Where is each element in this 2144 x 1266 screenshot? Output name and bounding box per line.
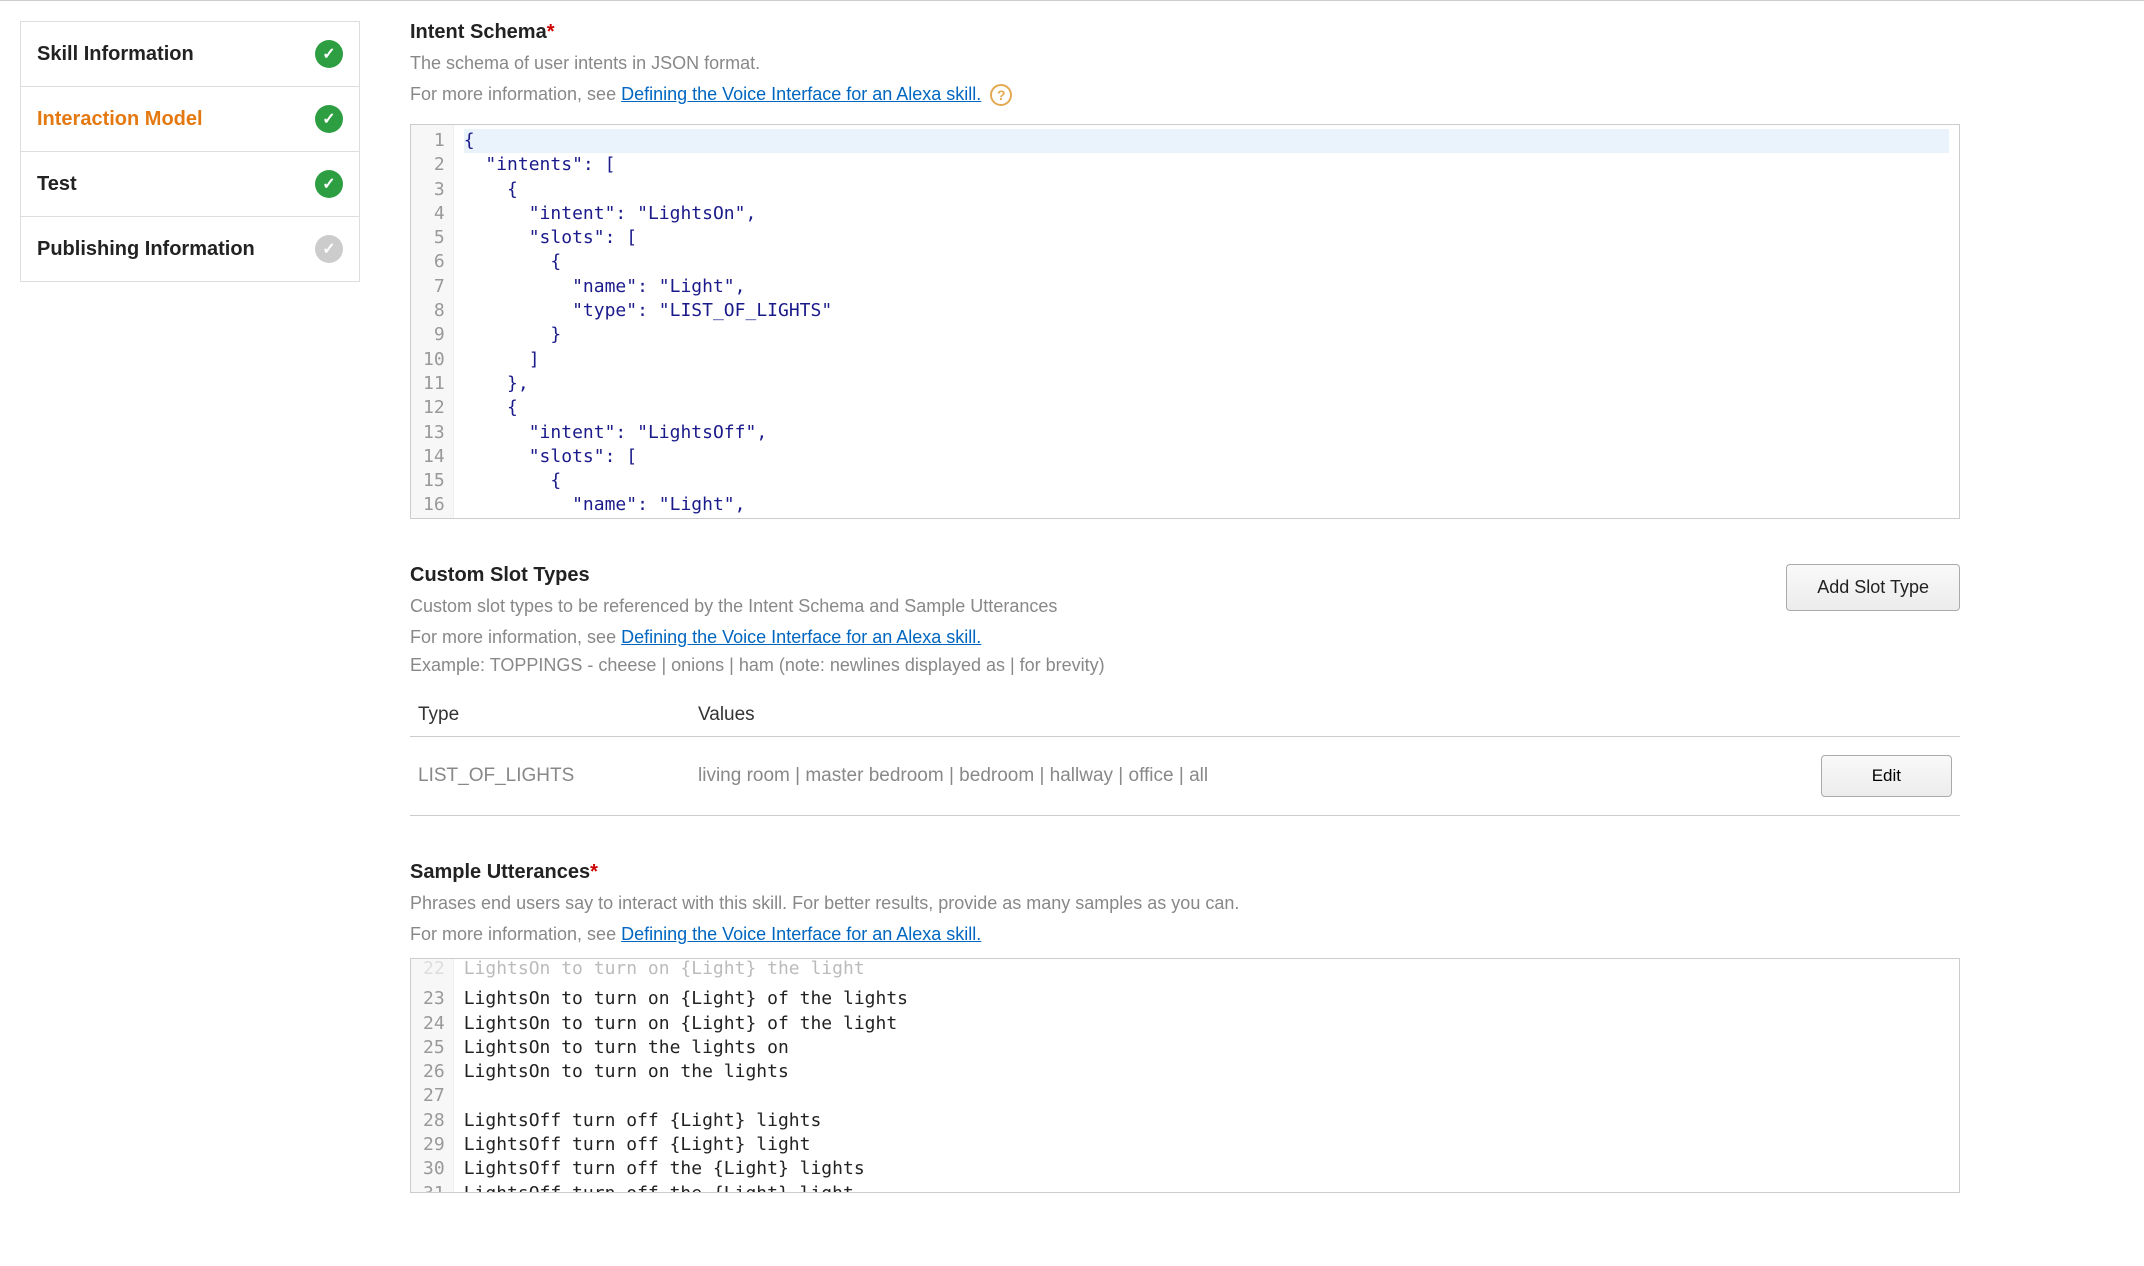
section-more-info: For more information, see Defining the V…: [410, 624, 1105, 651]
sidebar-item-label: Publishing Information: [37, 238, 255, 261]
more-info-prefix: For more information, see: [410, 924, 621, 944]
section-title: Intent Schema*: [410, 21, 1960, 44]
check-icon: ✓: [315, 235, 343, 263]
slot-type-name: LIST_OF_LIGHTS: [418, 765, 698, 787]
line-gutter: 22232425262728293031: [411, 959, 454, 1192]
section-more-info: For more information, see Defining the V…: [410, 921, 1960, 948]
check-icon: ✓: [315, 40, 343, 68]
required-asterisk: *: [547, 21, 555, 43]
section-title: Sample Utterances*: [410, 861, 1960, 884]
check-icon: ✓: [315, 170, 343, 198]
sidebar-item-label: Test: [37, 173, 77, 196]
more-info-prefix: For more information, see: [410, 84, 621, 104]
help-icon[interactable]: ?: [990, 84, 1012, 106]
title-text: Intent Schema: [410, 21, 547, 43]
sidebar-item-publishing-information[interactable]: Publishing Information ✓: [20, 216, 360, 282]
line-gutter: 12345678910111213141516: [411, 125, 454, 518]
slot-type-values: living room | master bedroom | bedroom |…: [698, 765, 1752, 787]
sidebar: Skill Information ✓ Interaction Model ✓ …: [20, 21, 360, 1238]
intent-schema-section: Intent Schema* The schema of user intent…: [410, 21, 1960, 519]
voice-interface-link[interactable]: Defining the Voice Interface for an Alex…: [621, 627, 981, 647]
example-text: Example: TOPPINGS - cheese | onions | ha…: [410, 655, 1105, 676]
column-header-values: Values: [698, 704, 1752, 726]
sample-utterances-section: Sample Utterances* Phrases end users say…: [410, 861, 1960, 1193]
add-slot-type-button[interactable]: Add Slot Type: [1786, 564, 1960, 611]
table-row: LIST_OF_LIGHTS living room | master bedr…: [410, 737, 1960, 816]
sidebar-item-skill-information[interactable]: Skill Information ✓: [20, 21, 360, 86]
slot-types-table: Type Values LIST_OF_LIGHTS living room |…: [410, 694, 1960, 816]
sidebar-item-interaction-model[interactable]: Interaction Model ✓: [20, 86, 360, 151]
section-description: Phrases end users say to interact with t…: [410, 890, 1960, 917]
intent-schema-editor[interactable]: 12345678910111213141516 { "intents": [ {…: [410, 124, 1960, 519]
custom-slot-types-section: Custom Slot Types Custom slot types to b…: [410, 564, 1960, 816]
code-content[interactable]: { "intents": [ { "intent": "LightsOn", "…: [454, 125, 1959, 518]
section-more-info: For more information, see Defining the V…: [410, 81, 1960, 108]
check-icon: ✓: [315, 105, 343, 133]
voice-interface-link[interactable]: Defining the Voice Interface for an Alex…: [621, 924, 981, 944]
section-description: Custom slot types to be referenced by th…: [410, 593, 1105, 620]
column-header-type: Type: [418, 704, 698, 726]
sidebar-item-test[interactable]: Test ✓: [20, 151, 360, 216]
table-header: Type Values: [410, 694, 1960, 737]
sample-utterances-editor[interactable]: 22232425262728293031 LightsOn to turn on…: [410, 958, 1960, 1193]
more-info-prefix: For more information, see: [410, 627, 621, 647]
sidebar-item-label: Skill Information: [37, 43, 194, 66]
sidebar-item-label: Interaction Model: [37, 108, 203, 131]
voice-interface-link[interactable]: Defining the Voice Interface for an Alex…: [621, 84, 981, 104]
title-text: Sample Utterances: [410, 861, 590, 883]
main-content: Intent Schema* The schema of user intent…: [410, 21, 1960, 1238]
code-content[interactable]: LightsOn to turn on {Light} the lightLig…: [454, 959, 1959, 1192]
edit-slot-button[interactable]: Edit: [1821, 755, 1952, 797]
section-description: The schema of user intents in JSON forma…: [410, 50, 1960, 77]
section-title: Custom Slot Types: [410, 564, 1105, 587]
required-asterisk: *: [590, 861, 598, 883]
